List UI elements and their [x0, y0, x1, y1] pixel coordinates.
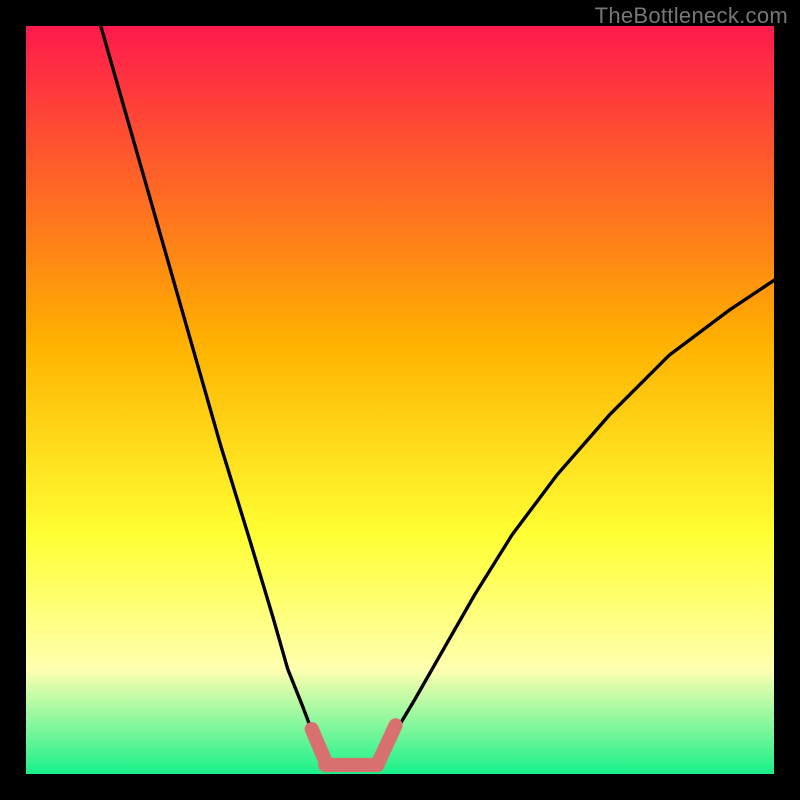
gradient-background	[26, 26, 774, 774]
chart-frame: TheBottleneck.com	[0, 0, 800, 800]
bottleneck-chart	[26, 26, 774, 774]
